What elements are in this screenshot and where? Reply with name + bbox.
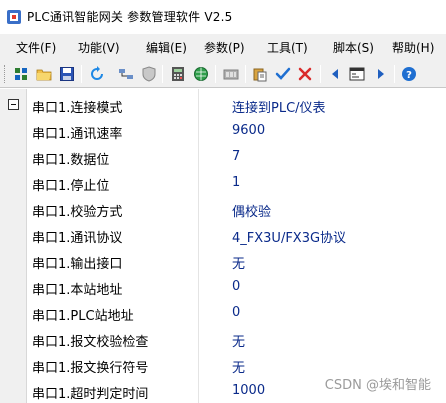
open-folder-icon[interactable] xyxy=(35,65,53,83)
shield-icon[interactable] xyxy=(140,65,158,83)
menu-tools[interactable]: 工具(T) xyxy=(267,39,308,56)
watermark-text: CSDN @埃和智能 xyxy=(324,378,431,393)
toolbar-separator xyxy=(81,65,82,83)
property-value[interactable]: 1000 xyxy=(232,383,265,398)
property-label: 串口1.数据位 xyxy=(32,153,110,168)
grid-tool-icon[interactable] xyxy=(12,65,30,83)
calculator-icon[interactable] xyxy=(169,65,187,83)
collapse-toggle-icon[interactable] xyxy=(8,99,19,110)
property-row[interactable]: 串口1.输出接口 无 xyxy=(27,249,446,275)
property-value[interactable]: 偶校验 xyxy=(232,201,271,220)
property-value[interactable]: 7 xyxy=(232,149,240,164)
property-label: 串口1.本站地址 xyxy=(32,283,123,298)
menu-file[interactable]: 文件(F) xyxy=(16,39,56,56)
menu-bar: 文件(F) 功能(V) 编辑(E) 参数(P) 工具(T) 脚本(S) 帮助(H… xyxy=(0,34,446,60)
property-label: 串口1.超时判定时间 xyxy=(32,387,149,402)
property-label: 串口1.校验方式 xyxy=(32,205,123,220)
menu-script[interactable]: 脚本(S) xyxy=(333,39,374,56)
terminal-icon[interactable] xyxy=(348,65,366,83)
delete-icon[interactable] xyxy=(296,65,314,83)
svg-text:?: ? xyxy=(406,70,412,81)
menu-help[interactable]: 帮助(H) xyxy=(392,39,434,56)
toolbar: ? xyxy=(0,60,446,88)
property-row[interactable]: 串口1.停止位 1 xyxy=(27,171,446,197)
network-icon[interactable] xyxy=(117,65,135,83)
app-window: PLC通讯智能网关 参数管理软件 V2.5 文件(F) 功能(V) 编辑(E) … xyxy=(0,0,446,403)
check-icon[interactable] xyxy=(274,65,292,83)
property-value[interactable]: 4_FX3U/FX3G协议 xyxy=(232,227,346,246)
property-grid: 串口1.连接模式 连接到PLC/仪表 串口1.通讯速率 9600 串口1.数据位… xyxy=(0,89,446,403)
property-label: 串口1.输出接口 xyxy=(32,257,123,272)
property-value[interactable]: 无 xyxy=(232,331,245,350)
property-value[interactable]: 无 xyxy=(232,253,245,272)
property-row[interactable]: 串口1.通讯协议 4_FX3U/FX3G协议 xyxy=(27,223,446,249)
toolbar-separator xyxy=(215,65,216,83)
property-label: 串口1.通讯速率 xyxy=(32,127,123,142)
property-value[interactable]: 0 xyxy=(232,279,240,294)
property-label: 串口1.停止位 xyxy=(32,179,110,194)
property-label: 串口1.PLC站地址 xyxy=(32,309,134,324)
property-label: 串口1.连接模式 xyxy=(32,101,123,116)
property-value[interactable]: 9600 xyxy=(232,123,265,138)
toolbar-grip[interactable] xyxy=(4,65,7,83)
help-icon[interactable]: ? xyxy=(400,65,418,83)
toolbar-separator xyxy=(394,65,395,83)
property-row[interactable]: 串口1.连接模式 连接到PLC/仪表 xyxy=(27,93,446,119)
app-logo-icon xyxy=(6,9,22,25)
property-row[interactable]: 串口1.通讯速率 9600 xyxy=(27,119,446,145)
property-value[interactable]: 1 xyxy=(232,175,240,190)
refresh-icon[interactable] xyxy=(88,65,106,83)
save-icon[interactable] xyxy=(58,65,76,83)
property-value[interactable]: 无 xyxy=(232,357,245,376)
device-icon[interactable] xyxy=(222,65,240,83)
toolbar-separator xyxy=(162,65,163,83)
menu-function[interactable]: 功能(V) xyxy=(78,39,120,56)
grid-gutter xyxy=(0,89,27,403)
property-value[interactable]: 0 xyxy=(232,305,240,320)
property-label: 串口1.报文换行符号 xyxy=(32,361,149,376)
paste-icon[interactable] xyxy=(251,65,269,83)
toolbar-separator xyxy=(245,65,246,83)
property-row[interactable]: 串口1.本站地址 0 xyxy=(27,275,446,301)
property-label: 串口1.通讯协议 xyxy=(32,231,123,246)
property-row[interactable]: 串口1.校验方式 偶校验 xyxy=(27,197,446,223)
next-icon[interactable] xyxy=(372,65,390,83)
property-value[interactable]: 连接到PLC/仪表 xyxy=(232,97,326,116)
window-title: PLC通讯智能网关 参数管理软件 V2.5 xyxy=(27,10,233,24)
menu-edit[interactable]: 编辑(E) xyxy=(146,39,187,56)
property-row[interactable]: 串口1.数据位 7 xyxy=(27,145,446,171)
prev-icon[interactable] xyxy=(326,65,344,83)
property-row[interactable]: 串口1.PLC站地址 0 xyxy=(27,301,446,327)
toolbar-separator xyxy=(320,65,321,83)
property-label: 串口1.报文校验检查 xyxy=(32,335,149,350)
world-icon[interactable] xyxy=(192,65,210,83)
property-row[interactable]: 串口1.报文校验检查 无 xyxy=(27,327,446,353)
title-bar: PLC通讯智能网关 参数管理软件 V2.5 xyxy=(0,0,446,34)
menu-parameters[interactable]: 参数(P) xyxy=(204,39,245,56)
